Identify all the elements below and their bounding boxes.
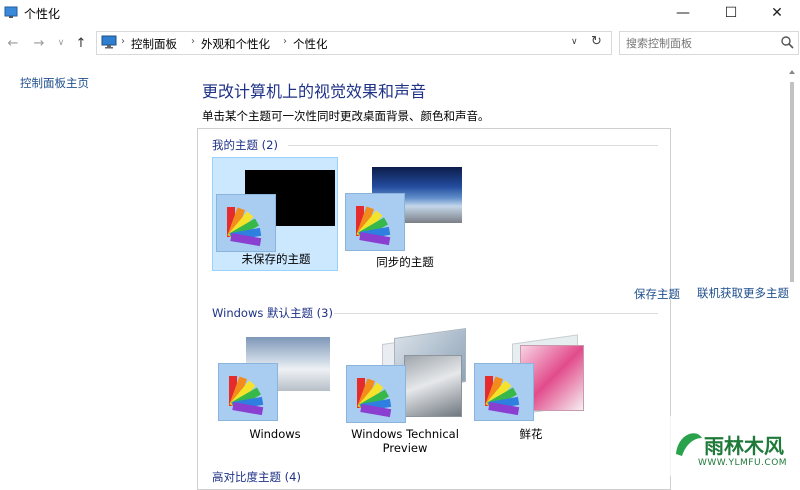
close-button[interactable]: ✕ xyxy=(754,0,800,26)
forward-arrow-icon: → xyxy=(33,35,45,51)
stacked-wallpaper-thumbnail xyxy=(404,355,462,417)
title-bar: 个性化 — ☐ ✕ xyxy=(0,0,800,26)
close-icon: ✕ xyxy=(771,5,783,21)
search-icon[interactable] xyxy=(780,35,794,49)
theme-label: 鲜花 xyxy=(519,427,543,441)
theme-windows-technical-preview[interactable]: Windows Technical Preview xyxy=(342,325,468,455)
save-theme-link[interactable]: 保存主题 xyxy=(634,286,680,302)
forward-button[interactable]: → xyxy=(30,34,48,52)
watermark-url: WWW.YLMFU.COM xyxy=(698,458,788,468)
control-panel-home-link[interactable]: 控制面板主页 xyxy=(20,75,89,91)
address-dropdown-icon[interactable]: ∨ xyxy=(571,37,578,47)
breadcrumb-separator: › xyxy=(121,36,125,47)
theme-label: Windows xyxy=(249,427,301,441)
minimize-icon: — xyxy=(676,5,690,21)
breadcrumb-control-panel[interactable]: 控制面板 xyxy=(131,36,177,52)
theme-unsaved[interactable]: 未保存的主题 xyxy=(212,157,338,271)
address-bar[interactable]: › 控制面板 › 外观和个性化 › 个性化 ∨ ↻ xyxy=(96,31,612,55)
get-more-themes-link[interactable]: 联机获取更多主题 xyxy=(697,285,789,301)
maximize-button[interactable]: ☐ xyxy=(708,0,754,26)
theme-label: 未保存的主题 xyxy=(241,252,311,266)
chevron-down-icon: ∨ xyxy=(57,38,65,48)
search-box[interactable] xyxy=(619,31,799,55)
recent-locations-button[interactable]: ∨ xyxy=(52,34,70,52)
back-arrow-icon: ← xyxy=(7,35,19,51)
maximize-icon: ☐ xyxy=(724,5,738,21)
high-contrast-group-title: 高对比度主题 (4) xyxy=(212,470,301,484)
color-palette-icon xyxy=(474,363,534,421)
back-button[interactable]: ← xyxy=(4,34,22,52)
refresh-icon[interactable]: ↻ xyxy=(591,34,602,49)
theme-windows[interactable]: Windows xyxy=(212,325,338,449)
minimize-button[interactable]: — xyxy=(660,0,706,26)
theme-label-line1: Windows Technical xyxy=(351,427,459,441)
page-title: 更改计算机上的视觉效果和声音 xyxy=(202,82,427,101)
theme-list-panel: 我的主题 (2) 未保存的主题 同步的主题 保存主题 Windows 默认主题 … xyxy=(197,128,680,490)
theme-flowers[interactable]: 鲜花 xyxy=(468,325,594,449)
default-themes-group-title: Windows 默认主题 (3) xyxy=(212,306,333,320)
theme-label-line2: Preview xyxy=(382,441,428,455)
breadcrumb-separator: › xyxy=(283,36,287,47)
theme-synced[interactable]: 同步的主题 xyxy=(342,157,468,271)
color-palette-icon xyxy=(218,363,278,421)
site-watermark-logo: 雨林木风 WWW.YLMFU.COM xyxy=(668,416,800,476)
group-divider xyxy=(288,145,658,146)
control-panel-icon xyxy=(101,35,117,49)
breadcrumb-personalization[interactable]: 个性化 xyxy=(293,36,328,52)
up-button[interactable]: ↑ xyxy=(72,34,90,52)
color-palette-icon xyxy=(346,365,406,423)
search-input[interactable] xyxy=(624,34,778,52)
color-palette-icon xyxy=(216,194,276,252)
watermark-brand: 雨林木风 xyxy=(704,434,784,458)
personalization-app-icon xyxy=(4,6,18,18)
page-subtitle: 单击某个主题可一次性同时更改桌面背景、颜色和声音。 xyxy=(202,109,490,123)
theme-label: 同步的主题 xyxy=(376,255,434,269)
breadcrumb-separator: › xyxy=(191,36,195,47)
up-arrow-icon: ↑ xyxy=(75,35,87,51)
color-palette-icon xyxy=(345,193,405,251)
vertical-scrollbar[interactable] xyxy=(786,68,798,476)
breadcrumb-appearance[interactable]: 外观和个性化 xyxy=(201,36,270,52)
group-divider xyxy=(334,313,658,314)
window-title: 个性化 xyxy=(24,7,61,21)
my-themes-group-title: 我的主题 (2) xyxy=(212,138,278,152)
